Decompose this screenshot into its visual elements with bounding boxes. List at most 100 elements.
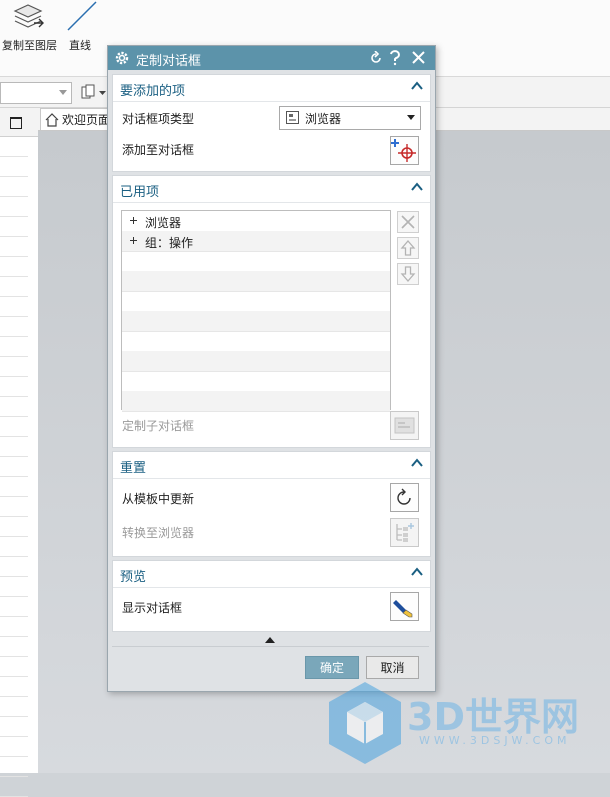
collapse-icon[interactable] [410,565,424,579]
group-header[interactable]: 已用项 [113,176,430,203]
expand-icon[interactable] [130,237,137,244]
move-up-button[interactable] [397,237,419,259]
navigator-row[interactable] [0,177,28,197]
filter-combobox[interactable] [0,82,72,104]
group-header[interactable]: 预览 [113,561,430,588]
group-title: 预览 [120,570,147,585]
copy-to-layer-button[interactable]: 复制至图层 [0,0,62,56]
navigator-row[interactable] [0,297,28,317]
navigator-row[interactable] [0,137,28,157]
navigator-row[interactable] [0,697,28,717]
navigator-row[interactable] [0,617,28,637]
item-type-select[interactable]: 浏览器 [279,106,421,130]
chevron-down-icon [99,91,106,95]
show-dialog-label: 显示对话框 [122,601,183,615]
navigator-row[interactable] [0,197,28,217]
navigator-row[interactable] [0,717,28,737]
group-items-to-add: 要添加的项 对话框项类型 浏览器 添加至对话框 [112,74,431,172]
list-empty-row [122,371,390,392]
collapse-icon[interactable] [410,456,424,470]
arrow-down-icon [400,266,416,282]
item-type-value: 浏览器 [305,112,342,126]
navigator-row[interactable] [0,337,28,357]
navigator-row[interactable] [0,397,28,417]
collapse-icon[interactable] [410,79,424,93]
item-type-label: 对话框项类型 [122,112,195,126]
group-used-items: 已用项 浏览器 组：操作 定制子对话框 [112,175,431,448]
reset-icon[interactable] [369,51,383,65]
layers-icon [13,4,44,28]
group-header[interactable]: 要添加的项 [113,75,430,102]
list-item-label: 浏览器 [145,216,182,230]
list-empty-row [122,271,390,292]
list-empty-row [122,331,390,352]
group-header[interactable]: 重置 [113,452,430,479]
navigator-row[interactable] [0,677,28,697]
customize-subdialog-button[interactable] [390,411,419,440]
expand-icon[interactable] [130,217,137,224]
navigator-row[interactable] [0,217,28,237]
navigator-row[interactable] [0,457,28,477]
navigator-row[interactable] [0,597,28,617]
tab-welcome-label: 欢迎页面 [62,113,111,127]
home-icon [45,112,59,127]
tree-icon [396,523,414,542]
group-title: 重置 [120,461,147,476]
navigator-row[interactable] [0,497,28,517]
refresh-icon [397,488,411,505]
cube-logo-icon [329,682,401,764]
list-empty-row [122,251,390,272]
selection-scope-button[interactable] [78,82,108,102]
triangle-up-icon [265,637,275,643]
navigator-row[interactable] [0,537,28,557]
navigator-row[interactable] [0,757,28,777]
navigator-row[interactable] [0,277,28,297]
navigator-row[interactable] [0,477,28,497]
navigator-row[interactable] [0,237,28,257]
update-from-template-button[interactable] [390,483,419,512]
navigator-row[interactable] [0,657,28,677]
customize-dialog: 定制对话框 要添加的项 对话框项类型 浏览器 添加至对话框 已用项 浏览器 组：… [107,45,436,692]
delete-icon [401,215,415,229]
navigator-row[interactable] [0,377,28,397]
navigator-row[interactable] [0,777,28,797]
maximize-icon[interactable] [10,117,22,129]
list-empty-row [122,311,390,332]
customize-subdialog-label: 定制子对话框 [122,419,195,433]
line-button[interactable]: 直线 [64,0,100,56]
add-crosshair-icon [391,139,416,162]
add-to-dialog-label: 添加至对话框 [122,143,195,157]
move-down-button[interactable] [397,263,419,285]
show-dialog-button[interactable] [390,592,419,621]
navigator-row[interactable] [0,437,28,457]
expand-more-button[interactable] [112,634,429,647]
navigator-row[interactable] [0,417,28,437]
navigator-row[interactable] [0,637,28,657]
group-title: 已用项 [120,185,160,200]
navigator-row[interactable] [0,737,28,757]
dialog-title-bar[interactable]: 定制对话框 [108,46,435,70]
list-item[interactable]: 浏览器 [122,211,390,232]
navigator-row[interactable] [0,317,28,337]
used-items-list[interactable]: 浏览器 组：操作 [121,210,391,412]
dialog-title: 定制对话框 [136,54,202,69]
navigator-row[interactable] [0,557,28,577]
list-empty-row [122,291,390,312]
navigator-row[interactable] [0,257,28,277]
add-to-dialog-button[interactable] [390,136,419,165]
collapse-icon[interactable] [410,180,424,194]
tab-welcome[interactable]: 欢迎页面 [40,108,116,130]
list-item[interactable]: 组：操作 [122,231,390,252]
arrow-up-icon [400,240,416,256]
watermark: 3D世界网 WWW.3DSJW.COM [325,676,595,771]
remove-button[interactable] [397,211,419,233]
navigator-row[interactable] [0,517,28,537]
navigator-row[interactable] [0,157,28,177]
navigator-row[interactable] [0,357,28,377]
navigator-row[interactable] [0,577,28,597]
group-preview: 预览 显示对话框 [112,560,431,632]
browser-icon [286,111,299,124]
close-icon[interactable] [412,51,425,64]
help-icon[interactable] [389,50,401,66]
convert-to-browser-button[interactable] [390,518,419,547]
